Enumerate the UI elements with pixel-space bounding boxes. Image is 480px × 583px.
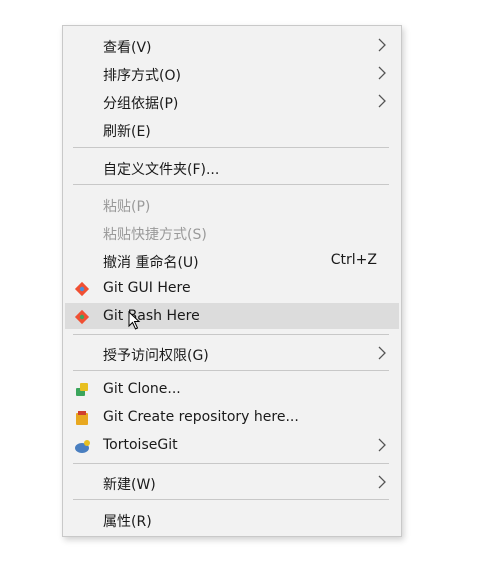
menu-item-label: TortoiseGit [103, 437, 178, 453]
submenu-arrow-icon [378, 346, 386, 360]
menu-item-label: 排序方式(O) [103, 68, 181, 84]
menu-item-tortoisegit[interactable]: TortoiseGit [65, 432, 399, 458]
menu-item-label: Git Clone... [103, 381, 181, 397]
menu-item-group-by[interactable]: 分组依据(P) [65, 88, 399, 114]
tortoisegit-create-repo-icon [76, 411, 88, 425]
submenu-arrow-icon [378, 94, 386, 108]
git-gui-icon [74, 281, 90, 297]
submenu-arrow-icon [378, 38, 386, 52]
menu-item-label: 分组依据(P) [103, 96, 179, 112]
menu-separator [73, 370, 389, 371]
menu-item-label: Git Create repository here... [103, 409, 299, 425]
menu-item-customize-folder[interactable]: 自定义文件夹(F)... [65, 154, 399, 180]
menu-item-sort-by[interactable]: 排序方式(O) [65, 60, 399, 86]
menu-item-label: 刷新(E) [103, 124, 151, 140]
menu-item-view[interactable]: 查看(V) [65, 32, 399, 58]
context-menu: 查看(V) 排序方式(O) 分组依据(P) 刷新(E) 自定义文件夹(F)...… [62, 25, 402, 537]
menu-item-label: Git GUI Here [103, 280, 191, 296]
menu-item-label: Git Bash Here [103, 308, 200, 324]
menu-item-git-gui-here[interactable]: Git GUI Here [65, 275, 399, 301]
menu-item-shortcut: Ctrl+Z [330, 252, 377, 268]
menu-item-properties[interactable]: 属性(R) [65, 506, 399, 532]
menu-item-paste[interactable]: 粘贴(P) [65, 191, 399, 217]
menu-item-label: 自定义文件夹(F)... [103, 162, 220, 178]
menu-separator [73, 334, 389, 335]
menu-item-git-clone[interactable]: Git Clone... [65, 376, 399, 402]
menu-item-undo-rename[interactable]: 撤消 重命名(U) Ctrl+Z [65, 247, 399, 273]
menu-item-paste-shortcut[interactable]: 粘贴快捷方式(S) [65, 219, 399, 245]
menu-item-refresh[interactable]: 刷新(E) [65, 116, 399, 142]
menu-item-label: 新建(W) [103, 477, 156, 493]
submenu-arrow-icon [378, 438, 386, 452]
menu-item-label: 授予访问权限(G) [103, 348, 209, 364]
menu-separator [73, 184, 389, 185]
menu-item-new[interactable]: 新建(W) [65, 469, 399, 495]
tortoisegit-clone-icon [76, 383, 88, 396]
menu-item-label: 属性(R) [103, 514, 152, 530]
menu-item-label: 撤消 重命名(U) [103, 255, 199, 271]
tortoisegit-icon [75, 440, 90, 453]
menu-separator [73, 499, 389, 500]
menu-item-git-bash-here[interactable]: Git Bash Here [65, 303, 399, 329]
menu-item-give-access[interactable]: 授予访问权限(G) [65, 340, 399, 366]
mouse-cursor-icon [128, 311, 141, 330]
submenu-arrow-icon [378, 66, 386, 80]
menu-item-label: 粘贴(P) [103, 199, 151, 215]
menu-item-label: 粘贴快捷方式(S) [103, 227, 207, 243]
menu-separator [73, 463, 389, 464]
menu-separator [73, 147, 389, 148]
menu-item-label: 查看(V) [103, 40, 152, 56]
menu-item-git-create-repo[interactable]: Git Create repository here... [65, 404, 399, 430]
submenu-arrow-icon [378, 475, 386, 489]
git-bash-icon [74, 309, 90, 325]
